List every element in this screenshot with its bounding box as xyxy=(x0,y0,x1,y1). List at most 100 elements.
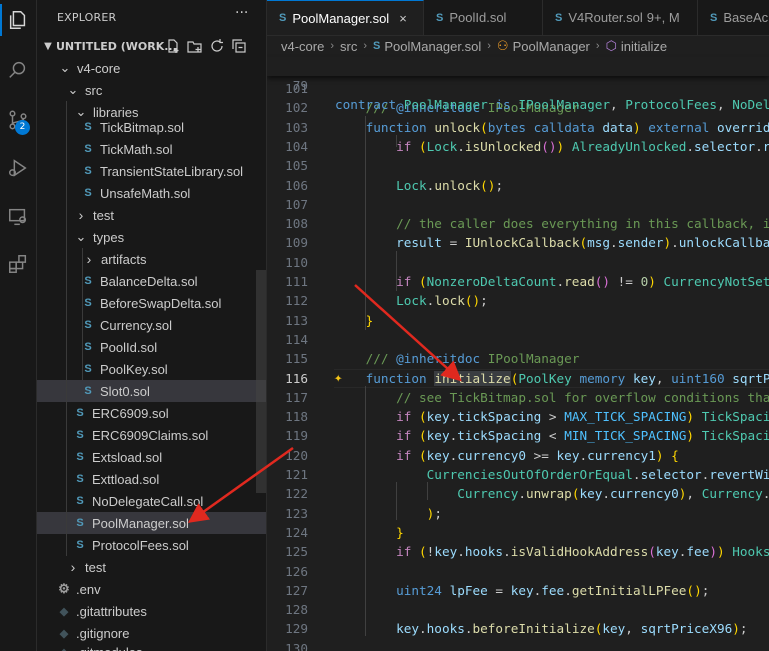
new-folder-icon[interactable] xyxy=(187,38,203,54)
new-file-icon[interactable] xyxy=(165,38,181,54)
extensions-icon[interactable] xyxy=(0,246,36,282)
close-icon[interactable]: × xyxy=(399,11,407,26)
tree-file[interactable]: S UnsafeMath.sol xyxy=(37,182,266,204)
tree-file[interactable]: ⚙ .env xyxy=(37,578,266,600)
tree-file[interactable]: ◆ .gitmodules xyxy=(37,641,266,651)
tree-file[interactable]: S BalanceDelta.sol xyxy=(37,270,266,292)
code-line-row[interactable]: 105 xyxy=(267,156,769,175)
solidity-file-icon: S xyxy=(373,40,381,52)
code-text: if (!key.hooks.isValidHookAddress(key.fe… xyxy=(396,544,769,559)
tree-file[interactable]: S Slot0.sol xyxy=(37,380,266,402)
tree-folder[interactable]: › test xyxy=(37,556,266,578)
code-line-row[interactable]: 104 if (Lock.isUnlocked()) AlreadyUnlock… xyxy=(267,137,769,156)
remote-explorer-icon[interactable] xyxy=(0,199,36,235)
tree-file[interactable]: S PoolKey.sol xyxy=(37,358,266,380)
collapse-all-icon[interactable] xyxy=(231,38,247,54)
chevron-down-icon: ▼ xyxy=(44,40,52,52)
code-line-row[interactable]: 118 if (key.tickSpacing > MAX_TICK_SPACI… xyxy=(267,407,769,426)
tree-item-label: Exttload.sol xyxy=(92,471,160,487)
code-line-row[interactable]: 128 xyxy=(267,600,769,619)
tree-folder[interactable]: › test xyxy=(37,204,266,226)
code-line-row[interactable]: 106 Lock.unlock(); xyxy=(267,176,769,195)
code-line-row[interactable]: 115 /// @inheritdoc IPoolManager xyxy=(267,349,769,368)
code-line-row[interactable]: 123 ); xyxy=(267,504,769,523)
line-number: 118 xyxy=(285,409,308,424)
tree-file[interactable]: S TickBitmap.sol xyxy=(37,116,266,138)
explorer-title: EXPLORER xyxy=(57,11,117,24)
code-line-row[interactable]: 126 xyxy=(267,562,769,581)
tree-file[interactable]: S TickMath.sol xyxy=(37,138,266,160)
code-line-row[interactable]: 110 xyxy=(267,253,769,272)
code-line-row[interactable]: 125 if (!key.hooks.isValidHookAddress(ke… xyxy=(267,542,769,561)
more-actions-button[interactable]: ··· xyxy=(235,5,248,21)
solidity-file-icon: S xyxy=(84,341,92,353)
solidity-file-icon: S xyxy=(84,121,92,133)
code-line-row[interactable]: 121 CurrenciesOutOfOrderOrEqual.selector… xyxy=(267,465,769,484)
tree-file[interactable]: S ERC6909Claims.sol xyxy=(37,424,266,446)
code-line-row[interactable]: 127 uint24 lpFee = key.fee.getInitialLPF… xyxy=(267,581,769,600)
tree-file[interactable]: S PoolId.sol xyxy=(37,336,266,358)
workspace-header[interactable]: ▼ UNTITLED (WORK... xyxy=(37,35,266,57)
tree-item-label: NoDelegateCall.sol xyxy=(92,493,204,509)
code-line-row[interactable]: 103 function unlock(bytes calldata data)… xyxy=(267,118,769,137)
breadcrumb-item[interactable]: PoolManager xyxy=(513,39,590,54)
code-line-row[interactable]: 117 // see TickBitmap.sol for overflow c… xyxy=(267,388,769,407)
line-number: 115 xyxy=(285,351,308,366)
solidity-file-icon: S xyxy=(436,11,444,24)
tree-file[interactable]: S TransientStateLibrary.sol xyxy=(37,160,266,182)
chevron-right-icon: › xyxy=(78,207,84,223)
indent-guide xyxy=(365,386,366,636)
code-line-row[interactable]: 122 Currency.unwrap(key.currency0), Curr… xyxy=(267,484,769,503)
tree-folder[interactable]: › artifacts xyxy=(37,248,266,270)
tree-file[interactable]: S PoolManager.sol xyxy=(37,512,266,534)
code-line-row[interactable]: 129 key.hooks.beforeInitialize(key, sqrt… xyxy=(267,619,769,638)
code-line-row[interactable]: 124 } xyxy=(267,523,769,542)
code-line-row[interactable]: 107 xyxy=(267,195,769,214)
tree-file[interactable]: ◆ .gitattributes xyxy=(37,600,266,622)
breadcrumb-item[interactable]: PoolManager.sol xyxy=(384,39,481,54)
code-line-row[interactable]: 112 Lock.lock(); xyxy=(267,291,769,310)
line-number: 112 xyxy=(285,293,308,308)
line-number: 110 xyxy=(285,255,308,270)
code-line-row[interactable]: 108 // the caller does everything in thi… xyxy=(267,214,769,233)
line-number: 121 xyxy=(285,467,308,482)
run-debug-icon[interactable] xyxy=(0,150,36,186)
tree-file[interactable]: S ProtocolFees.sol xyxy=(37,534,266,556)
tree-file[interactable]: S Currency.sol xyxy=(37,314,266,336)
tree-file[interactable]: S NoDelegateCall.sol xyxy=(37,490,266,512)
refresh-icon[interactable] xyxy=(209,38,225,54)
chevron-right-icon: › xyxy=(86,251,92,267)
tree-folder[interactable]: ⌄ v4-core xyxy=(37,57,266,79)
tree-folder[interactable]: ⌄ src xyxy=(37,79,266,101)
code-line-row[interactable]: 119 if (key.tickSpacing < MIN_TICK_SPACI… xyxy=(267,426,769,445)
code-line-row[interactable]: 111 if (NonzeroDeltaCount.read() != 0) C… xyxy=(267,272,769,291)
solidity-file-icon: S xyxy=(76,473,84,485)
code-line-row[interactable]: 113 } xyxy=(267,311,769,330)
explorer-icon[interactable] xyxy=(0,2,36,38)
tab-v4router[interactable]: S V4Router.sol 9+, M xyxy=(543,0,698,35)
tree-file[interactable]: S ERC6909.sol xyxy=(37,402,266,424)
code-line-row[interactable]: 130 xyxy=(267,639,769,651)
tab-label: V4Router.sol xyxy=(568,10,643,25)
breadcrumb-item[interactable]: initialize xyxy=(621,39,667,54)
tree-folder[interactable]: ⌄ types xyxy=(37,226,266,248)
code-text: function unlock(bytes calldata data) ext… xyxy=(365,120,769,135)
code-text: result = IUnlockCallback(msg.sender).unl… xyxy=(396,235,769,250)
code-line-row[interactable]: ✦ 116 function initialize(PoolKey memory … xyxy=(267,369,769,388)
sidebar-scrollbar[interactable] xyxy=(256,270,266,493)
code-line-row[interactable]: 120 if (key.currency0 >= key.currency1) … xyxy=(267,446,769,465)
line-number: 105 xyxy=(285,158,308,173)
tab-poolmanager[interactable]: S PoolManager.sol × xyxy=(267,0,424,35)
tab-baseac[interactable]: S BaseAc xyxy=(698,0,769,35)
tree-file[interactable]: S Exttload.sol xyxy=(37,468,266,490)
tab-poolid[interactable]: S PoolId.sol xyxy=(424,0,543,35)
code-line-row[interactable]: 114 xyxy=(267,330,769,349)
tree-file[interactable]: S Extsload.sol xyxy=(37,446,266,468)
code-text: // the caller does everything in this ca… xyxy=(396,216,769,231)
breadcrumb-item[interactable]: src xyxy=(340,39,357,54)
sticky-scroll-line[interactable]: 79 contract PoolManager is IPoolManager,… xyxy=(267,57,769,112)
breadcrumb-item[interactable]: v4-core xyxy=(281,39,324,54)
code-line-row[interactable]: 109 result = IUnlockCallback(msg.sender)… xyxy=(267,233,769,252)
search-icon[interactable] xyxy=(0,52,36,88)
tree-file[interactable]: S BeforeSwapDelta.sol xyxy=(37,292,266,314)
